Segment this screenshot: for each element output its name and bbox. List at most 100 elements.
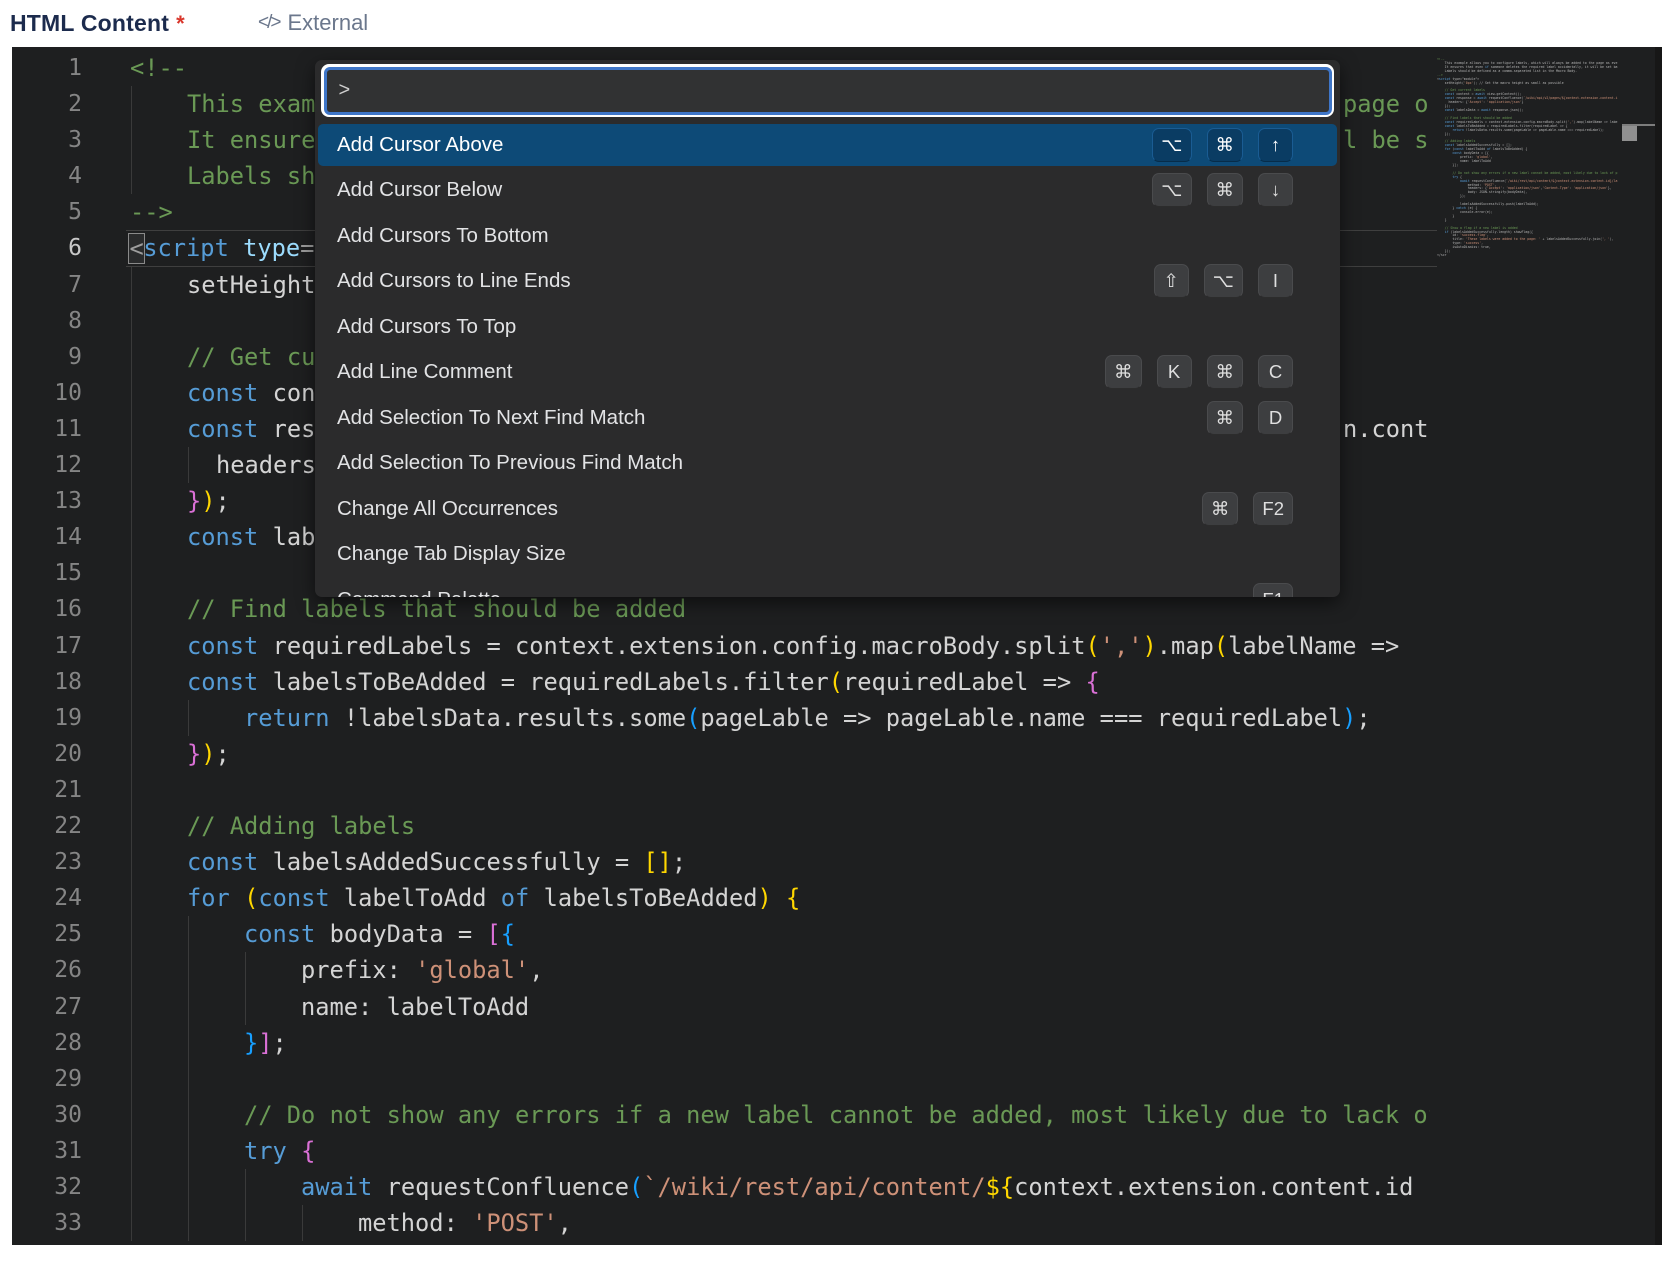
code-token: `/wiki/rest/api/content/	[643, 1173, 985, 1201]
code-token: )	[201, 740, 215, 768]
code-token: name: labelToAdd	[301, 993, 529, 1021]
keycap-⌥: ⌥	[1204, 264, 1243, 298]
indent-guide	[131, 86, 132, 122]
code-token: script	[143, 234, 229, 262]
palette-row-change-tab-display-size[interactable]: Change Tab Display Size	[315, 532, 1340, 578]
code-token: []	[643, 848, 672, 876]
code-token: }	[187, 487, 201, 515]
code-token	[230, 884, 244, 912]
palette-row-add-selection-to-previous-find-match[interactable]: Add Selection To Previous Find Match	[315, 441, 1340, 487]
keycap-↓: ↓	[1258, 173, 1293, 207]
code-token: const	[187, 523, 258, 551]
palette-row-add-cursors-to-line-ends[interactable]: Add Cursors to Line Ends⇧⌥I	[315, 259, 1340, 305]
code-token: lab	[258, 523, 315, 551]
code-line-fragment: l be se	[1343, 122, 1430, 158]
indent-guide	[188, 1097, 189, 1133]
indent-guide	[131, 772, 132, 808]
indent-guide	[131, 483, 132, 519]
keycap-⌘: ⌘	[1207, 128, 1244, 162]
code-line: const labelsAddedSuccessfully = [];	[187, 844, 686, 880]
code-editor[interactable]: 1234567891011121314151617181920212223242…	[12, 47, 1662, 1245]
shortcut-keys: ⌘F2	[1202, 486, 1293, 532]
palette-input[interactable]: >	[324, 67, 1332, 115]
indent-guide	[131, 411, 132, 447]
code-line: This exam	[187, 86, 315, 122]
code-token: -->	[130, 198, 173, 226]
palette-row-label: Add Selection To Next Find Match	[318, 397, 1337, 439]
code-token: (	[629, 1173, 643, 1201]
indent-guide	[188, 700, 189, 736]
indent-guide	[131, 1025, 132, 1061]
keycap-⌘: ⌘	[1207, 355, 1244, 389]
external-toggle-button[interactable]: </> External	[258, 10, 368, 36]
macro-editor-page: { "header": { "title": "HTML Content", "…	[0, 0, 1662, 1262]
code-line: return !labelsData.results.some(pageLabl…	[244, 700, 1371, 736]
code-line: <!--	[130, 50, 187, 86]
minimap[interactable]: <!-- This example allows you to configur…	[1437, 58, 1623, 1238]
indent-guide	[131, 158, 132, 194]
code-token	[229, 234, 243, 262]
code-token: ;	[216, 740, 230, 768]
indent-guide	[245, 952, 246, 988]
indent-guide	[131, 628, 132, 664]
code-token: (	[686, 704, 700, 732]
editor-right-edge	[1655, 47, 1662, 1245]
indent-guide	[131, 952, 132, 988]
code-token: labelName =>	[1228, 632, 1399, 660]
code-line: It ensure	[187, 122, 315, 158]
palette-row-add-cursor-below[interactable]: Add Cursor Below⌥⌘↓	[315, 168, 1340, 214]
code-token: ,	[529, 956, 543, 984]
palette-row-add-cursors-to-top[interactable]: Add Cursors To Top	[315, 304, 1340, 350]
code-token: This exam	[187, 90, 315, 118]
code-token: (	[244, 884, 258, 912]
code-token: }	[244, 1029, 258, 1057]
code-token: {	[786, 884, 800, 912]
code-line: method: 'POST',	[358, 1205, 572, 1241]
palette-row-add-line-comment[interactable]: Add Line Comment⌘K⌘C	[315, 350, 1340, 396]
indent-guide	[131, 447, 132, 483]
code-token: ${	[986, 1173, 1015, 1201]
indent-guide	[188, 1133, 189, 1169]
indent-guide	[131, 880, 132, 916]
code-token: const	[244, 920, 315, 948]
palette-row-add-cursors-to-bottom[interactable]: Add Cursors To Bottom	[315, 213, 1340, 259]
indent-guide	[188, 1061, 189, 1097]
minimap-line: </scr	[1437, 254, 1623, 258]
keycap-i: I	[1258, 264, 1293, 298]
code-token: l be se	[1343, 126, 1430, 154]
palette-row-label: Command Palette	[318, 579, 1337, 597]
indent-guide	[131, 664, 132, 700]
code-line: const labelsToBeAdded = requiredLabels.f…	[187, 664, 1100, 700]
field-label-text: HTML Content	[10, 10, 169, 36]
code-token	[772, 884, 786, 912]
palette-row-change-all-occurrences[interactable]: Change All Occurrences⌘F2	[315, 486, 1340, 532]
code-token: =	[300, 234, 314, 262]
keycap-f2: F2	[1253, 492, 1293, 526]
code-line: await requestConfluence(`/wiki/rest/api/…	[301, 1169, 1413, 1205]
keycap-↑: ↑	[1258, 128, 1293, 162]
code-token: <!--	[130, 54, 187, 82]
overview-ruler[interactable]	[1622, 47, 1655, 1245]
code-line: const bodyData = [{	[244, 916, 515, 952]
code-token: // Find labels that should be added	[187, 595, 686, 623]
code-token: const	[187, 668, 258, 696]
palette-row-command-palette[interactable]: Command PaletteF1	[315, 577, 1340, 597]
indent-guide	[131, 736, 132, 772]
code-token: requiredLabel =>	[843, 668, 1085, 696]
code-token: // Adding labels	[187, 812, 415, 840]
scrollbar-thumb[interactable]	[1622, 126, 1637, 141]
indent-guide	[245, 989, 246, 1025]
code-token: {	[501, 920, 515, 948]
code-line-fragment: page or	[1343, 86, 1430, 122]
palette-input-outline: >	[321, 64, 1334, 117]
code-line-fragment: n.conte	[1343, 411, 1430, 447]
code-line: const requiredLabels = context.extension…	[187, 628, 1399, 664]
code-token: !labelsData.results.some	[330, 704, 687, 732]
code-token: [	[486, 920, 500, 948]
code-token: labelsAddedSuccessfully =	[258, 848, 643, 876]
palette-row-add-cursor-above[interactable]: Add Cursor Above⌥⌘↑	[315, 122, 1340, 168]
indent-guide	[131, 267, 132, 303]
palette-row-add-selection-to-next-find-match[interactable]: Add Selection To Next Find Match⌘D	[315, 395, 1340, 441]
indent-guide	[245, 1205, 246, 1241]
indent-guide	[131, 844, 132, 880]
